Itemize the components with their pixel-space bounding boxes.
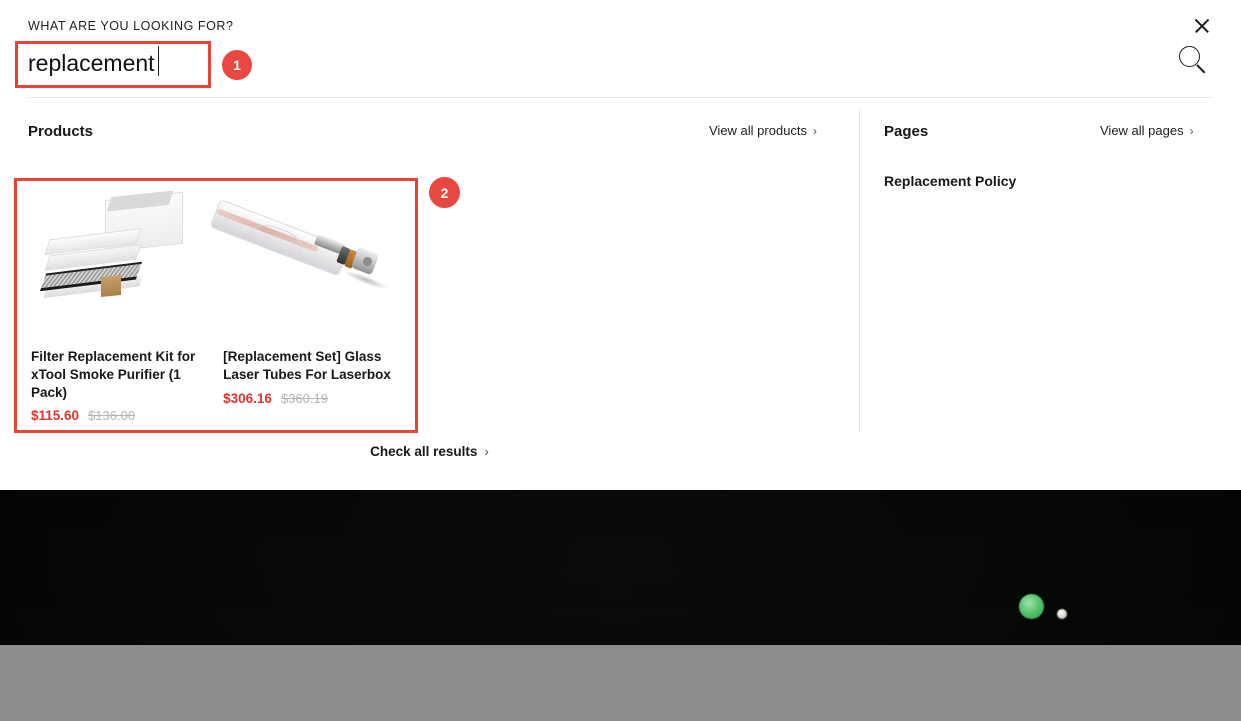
- chevron-right-icon: ›: [484, 444, 489, 459]
- product-price: $306.16: [223, 390, 272, 406]
- filter-corner-block: [101, 274, 121, 298]
- view-all-pages-label: View all pages: [1100, 123, 1184, 138]
- search-icon[interactable]: [1179, 46, 1209, 76]
- page-root: WHAT ARE YOU LOOKING FOR? Products View …: [0, 0, 1241, 721]
- annotation-badge-1: 1: [222, 50, 252, 80]
- close-icon[interactable]: [1193, 17, 1211, 35]
- products-column: Products View all products › Filter Repl…: [0, 0, 859, 490]
- filter-replacement-kit-image: [31, 184, 202, 334]
- chevron-right-icon: ›: [1189, 124, 1194, 138]
- product-compare-price: $360.19: [280, 390, 328, 406]
- annotation-badge-2: 2: [429, 177, 460, 208]
- product-title: [Replacement Set] Glass Laser Tubes For …: [223, 349, 391, 382]
- product-title: Filter Replacement Kit for xTool Smoke P…: [31, 349, 196, 400]
- products-grid: Filter Replacement Kit for xTool Smoke P…: [16, 180, 416, 423]
- products-heading: Products: [28, 123, 94, 140]
- hero-status-led-green: [1019, 594, 1044, 619]
- product-price: $115.60: [31, 408, 80, 424]
- view-all-pages-link[interactable]: View all pages ›: [1100, 123, 1194, 138]
- glass-laser-tube-image: [209, 184, 402, 334]
- product-compare-price: $136.00: [88, 408, 136, 424]
- hero-status-led-white: [1057, 609, 1067, 619]
- view-all-products-label: View all products: [709, 123, 808, 138]
- check-all-results-label: Check all results: [370, 444, 478, 459]
- product-card[interactable]: Filter Replacement Kit for xTool Smoke P…: [16, 180, 216, 423]
- column-divider: [859, 110, 860, 432]
- check-all-results-link[interactable]: Check all results ›: [0, 444, 859, 459]
- product-card[interactable]: [Replacement Set] Glass Laser Tubes For …: [209, 180, 416, 423]
- text-cursor: [158, 46, 160, 76]
- pages-heading: Pages: [884, 123, 929, 140]
- search-icon-handle: [1196, 64, 1206, 74]
- view-all-products-link[interactable]: View all products ›: [709, 123, 817, 138]
- product-price-row: $306.16 $360.19: [223, 391, 402, 406]
- chevron-right-icon: ›: [813, 124, 818, 138]
- product-price-row: $115.60 $136.00: [31, 408, 202, 423]
- page-result-item[interactable]: Replacement Policy: [884, 173, 1016, 189]
- search-overlay-panel: WHAT ARE YOU LOOKING FOR? Products View …: [0, 0, 1241, 490]
